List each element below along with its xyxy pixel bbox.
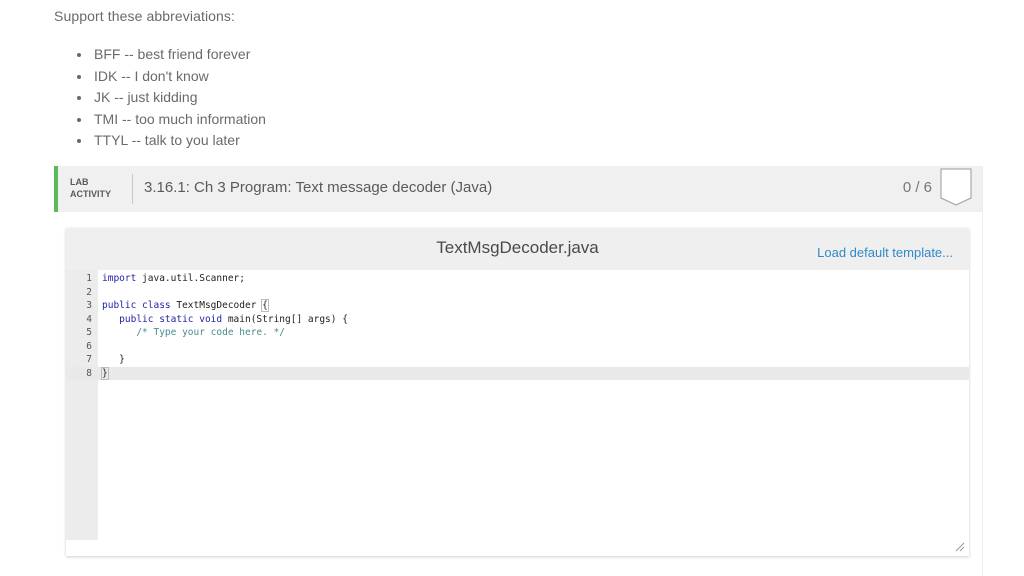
abbreviation-list: BFF -- best friend forever IDK -- I don'… bbox=[74, 44, 266, 152]
load-default-template-link[interactable]: Load default template... bbox=[817, 245, 953, 260]
list-item: TTYL -- talk to you later bbox=[92, 130, 266, 152]
code-line[interactable]: 5 /* Type your code here. */ bbox=[66, 326, 969, 340]
lab-activity: LAB ACTIVITY 3.16.1: Ch 3 Program: Text … bbox=[54, 166, 983, 576]
code-token: java.util.Scanner; bbox=[136, 273, 245, 284]
comment-token: /* Type your code here. */ bbox=[102, 327, 286, 338]
code-text: public static void main(String[] args) { bbox=[102, 313, 348, 327]
code-text: /* Type your code here. */ bbox=[102, 326, 285, 340]
list-item: TMI -- too much information bbox=[92, 109, 266, 131]
instructions-text: Support these abbreviations: bbox=[54, 8, 236, 24]
list-item: BFF -- best friend forever bbox=[92, 44, 266, 66]
line-number: 4 bbox=[86, 313, 92, 325]
lab-tag-line: LAB bbox=[70, 177, 89, 187]
keyword-token: import bbox=[102, 273, 137, 284]
lab-activity-tag: LAB ACTIVITY bbox=[70, 176, 111, 200]
code-line[interactable]: 4 public static void main(String[] args)… bbox=[66, 313, 969, 327]
keyword-token: public class bbox=[102, 300, 171, 311]
code-token: { bbox=[261, 299, 269, 312]
code-token: } bbox=[102, 354, 125, 365]
line-number: 6 bbox=[86, 340, 92, 352]
resize-handle-icon[interactable] bbox=[955, 542, 965, 552]
code-line[interactable]: 7 } bbox=[66, 353, 969, 367]
code-token: } bbox=[101, 366, 109, 380]
code-token: main(String[] args) { bbox=[222, 313, 348, 325]
divider bbox=[132, 174, 133, 204]
list-item: JK -- just kidding bbox=[92, 87, 266, 109]
code-text: import java.util.Scanner; bbox=[102, 272, 245, 286]
code-line[interactable]: 1 import java.util.Scanner; bbox=[66, 272, 969, 286]
code-line[interactable]: 6 bbox=[66, 340, 969, 354]
code-input[interactable]: 1 import java.util.Scanner; 2 3 public class… bbox=[66, 270, 969, 540]
lab-header: LAB ACTIVITY 3.16.1: Ch 3 Program: Text … bbox=[54, 166, 982, 212]
code-text: public class TextMsgDecoder { bbox=[102, 299, 269, 313]
editor-header: TextMsgDecoder.java Load default templat… bbox=[66, 228, 969, 270]
keyword-token: public static void bbox=[102, 313, 223, 325]
lab-tag-line: ACTIVITY bbox=[70, 189, 112, 199]
list-item: IDK -- I don't know bbox=[92, 66, 266, 88]
lab-title: 3.16.1: Ch 3 Program: Text message decod… bbox=[144, 179, 493, 196]
score-text: 0 / 6 bbox=[902, 179, 932, 196]
line-number: 3 bbox=[86, 300, 92, 311]
code-text: } bbox=[101, 366, 109, 381]
code-line[interactable]: 3 public class TextMsgDecoder { bbox=[66, 299, 969, 313]
line-number: 7 bbox=[86, 354, 92, 365]
code-text: } bbox=[102, 353, 125, 367]
code-editor: TextMsgDecoder.java Load default templat… bbox=[66, 228, 969, 556]
code-line[interactable]: 2 bbox=[66, 286, 969, 300]
score-badge-icon bbox=[940, 168, 972, 206]
line-number: 5 bbox=[86, 327, 92, 338]
code-line[interactable]: 8} bbox=[66, 366, 969, 381]
code-token: TextMsgDecoder bbox=[170, 300, 263, 311]
line-number: 8 bbox=[86, 367, 92, 379]
line-number: 1 bbox=[86, 273, 92, 284]
line-number: 2 bbox=[86, 286, 92, 298]
